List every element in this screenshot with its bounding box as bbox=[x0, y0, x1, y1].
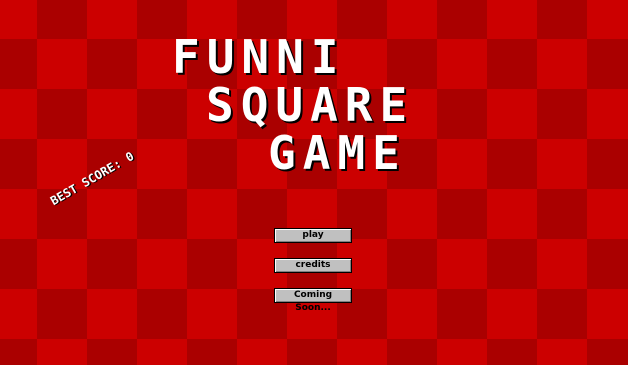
coming-soon-button[interactable]: Coming Soon... bbox=[274, 288, 352, 313]
credits-button[interactable]: credits bbox=[274, 258, 352, 273]
play-button[interactable]: play bbox=[274, 228, 352, 243]
game-title-line-1: FUNNI bbox=[172, 30, 346, 84]
game-title-line-3: GAME bbox=[268, 126, 407, 180]
game-title-line-2: SQUARE bbox=[206, 78, 415, 132]
